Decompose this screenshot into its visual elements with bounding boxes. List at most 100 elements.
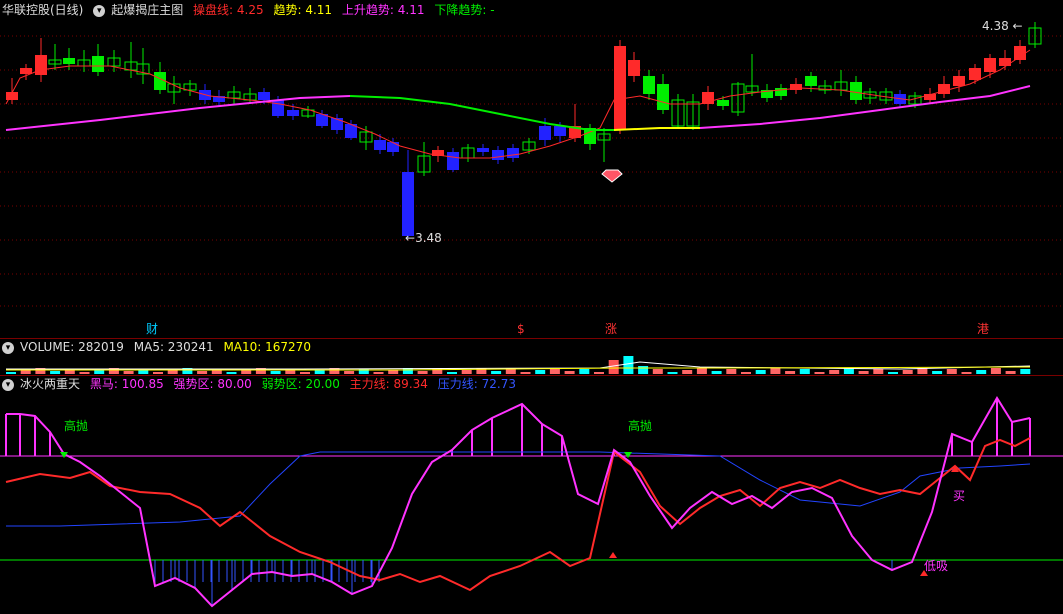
legend-weak-zone: 弱势区: 20.00: [261, 377, 340, 391]
volume-bar: [667, 372, 678, 374]
label-low-absorb: 低吸: [924, 559, 949, 573]
indicator-name[interactable]: 起爆揭庄主图: [111, 3, 183, 17]
volume-bar: [50, 371, 61, 374]
candle-body: [63, 58, 75, 64]
stock-name[interactable]: 华联控股(日线): [2, 3, 83, 17]
candle-body: [643, 76, 655, 94]
volume-bar: [961, 372, 972, 374]
candle-body: [387, 142, 399, 152]
volume-bar: [652, 369, 663, 374]
low-price-label: ←3.48: [405, 231, 442, 245]
volume-bar: [726, 369, 737, 374]
volume-bar: [785, 371, 796, 374]
volume-bar: [873, 369, 884, 374]
volume-bar: [608, 360, 619, 374]
candle-body: [287, 110, 299, 116]
oscillator-menu-icon[interactable]: ▾: [2, 378, 14, 391]
main-chart-panel[interactable]: 华联控股(日线) ▾ 起爆揭庄主图 操盘线: 4.25 趋势: 4.11 上升趋势…: [0, 0, 1063, 338]
main-chart-canvas: [0, 22, 1063, 307]
volume-bar: [888, 372, 898, 374]
candle-body: [805, 76, 817, 86]
volume-bar: [741, 372, 751, 374]
volume-bar: [79, 372, 90, 374]
legend-heima: 黑马: 100.85: [89, 377, 164, 391]
candle-body: [374, 140, 386, 150]
candle-body: [507, 148, 519, 158]
volume-bar: [696, 368, 707, 374]
label-buy: 买: [953, 489, 966, 503]
volume-bar: [976, 370, 987, 374]
marker-cai[interactable]: 财: [146, 323, 158, 336]
volume-header: ▾ VOLUME: 282019 MA5: 230241 MA10: 167270: [2, 339, 317, 355]
volume-ma5: MA5: 230241: [133, 340, 214, 354]
candle-body: [402, 172, 414, 236]
pressure-line: [6, 451, 1031, 527]
volume-bar: [520, 372, 531, 374]
volume-bar: [447, 372, 457, 374]
volume-bar: [197, 371, 208, 374]
candle-body: [984, 58, 996, 72]
legend-strong-zone: 强势区: 80.00: [173, 377, 252, 391]
oscillator-name[interactable]: 冰火两重天: [20, 377, 80, 391]
volume-bar: [682, 370, 693, 374]
volume-bar: [564, 371, 575, 374]
candle-body: [258, 92, 270, 100]
volume-bar: [858, 371, 869, 374]
volume-value: VOLUME: 282019: [20, 340, 124, 354]
volume-bar: [314, 370, 325, 374]
volume-bar: [153, 372, 163, 374]
indicator-menu-icon[interactable]: ▾: [93, 4, 106, 17]
volume-bar: [373, 372, 384, 374]
down-trend-line: [349, 95, 614, 131]
candle-body: [614, 46, 626, 130]
volume-bar: [990, 368, 1001, 374]
volume-bar: [123, 371, 134, 374]
volume-bar: [799, 369, 810, 374]
arrow-left-icon: ←: [405, 231, 416, 245]
legend-pressure-line: 压力线: 72.73: [437, 377, 516, 391]
label-sell-1: 高抛: [64, 419, 89, 433]
candle-body: [969, 68, 981, 80]
marker-gang[interactable]: 港: [977, 323, 989, 336]
volume-bar: [711, 371, 722, 374]
oscillator-canvas: [0, 396, 1063, 608]
marker-zhang[interactable]: 涨: [605, 323, 617, 336]
volume-bar: [902, 370, 913, 374]
volume-bar: [270, 371, 281, 374]
volume-bar: [594, 372, 604, 374]
volume-bar: [226, 372, 237, 374]
candle-body: [850, 82, 862, 100]
candle-body: [1014, 46, 1026, 60]
volume-bar: [167, 370, 178, 374]
arrow-up-icon: [609, 552, 617, 558]
main-chart-header: 华联控股(日线) ▾ 起爆揭庄主图 操盘线: 4.25 趋势: 4.11 上升趋势…: [2, 2, 501, 18]
volume-panel[interactable]: ▾ VOLUME: 282019 MA5: 230241 MA10: 167270: [0, 338, 1063, 376]
candle-body: [657, 84, 669, 110]
legend-trend: 趋势: 4.11: [273, 3, 333, 17]
legend-up-trend: 上升趋势: 4.11: [341, 3, 425, 17]
candle-body: [331, 118, 343, 130]
diamond-icon: [601, 169, 623, 183]
high-price-label: 4.38 ←: [982, 19, 1023, 33]
candle-body: [272, 100, 284, 116]
arrow-down-icon: [624, 452, 632, 458]
volume-menu-icon[interactable]: ▾: [2, 341, 14, 354]
candle-body: [999, 58, 1011, 66]
volume-bar: [638, 366, 649, 374]
candle-body: [539, 126, 551, 140]
oscillator-panel[interactable]: ▾ 冰火两重天 黑马: 100.85 强势区: 80.00 弱势区: 20.00 …: [0, 376, 1063, 614]
marker-dollar[interactable]: $: [517, 323, 525, 336]
volume-bar: [417, 371, 428, 374]
candle-body: [953, 76, 965, 86]
volume-bar: [755, 370, 766, 374]
candle-body: [92, 56, 104, 72]
volume-bar: [814, 372, 825, 374]
volume-bar: [770, 368, 781, 374]
main-force-line: [5, 437, 1031, 592]
volume-bar: [1020, 369, 1031, 374]
volume-bar: [932, 371, 943, 374]
volume-bar: [461, 370, 472, 374]
volume-bar: [6, 372, 16, 374]
volume-bar: [829, 370, 840, 374]
trend-line: [613, 127, 700, 131]
